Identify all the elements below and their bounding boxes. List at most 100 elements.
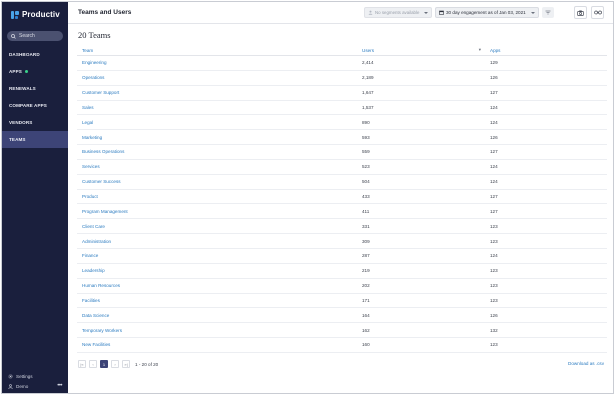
team-cell[interactable]: Customer Success bbox=[77, 179, 357, 184]
table-row[interactable]: Human Resources 202 123 bbox=[77, 279, 607, 294]
download-csv-link[interactable]: Download as .csv bbox=[568, 361, 604, 366]
sidebar-item-label: VENDORS bbox=[9, 120, 33, 125]
team-cell[interactable]: Facilities bbox=[77, 298, 357, 303]
table-row[interactable]: Product 433 127 bbox=[77, 190, 607, 205]
team-cell[interactable]: Marketing bbox=[77, 135, 357, 140]
users-cell: 164 bbox=[362, 312, 370, 318]
table-row[interactable]: Finance 287 124 bbox=[77, 249, 607, 264]
gear-icon bbox=[8, 374, 13, 378]
table-row[interactable]: Program Management 411 127 bbox=[77, 204, 607, 220]
table-row[interactable]: New Facilities 160 123 bbox=[77, 338, 607, 353]
table-row[interactable]: Legal 890 124 bbox=[77, 115, 607, 131]
sidebar-item-label: RENEWALS bbox=[9, 86, 36, 91]
pagination-range: 1 - 20 of 20 bbox=[135, 361, 159, 367]
team-cell[interactable]: Temporary Workers bbox=[77, 328, 357, 333]
column-header-team[interactable]: Team bbox=[77, 48, 357, 53]
users-cell: 1,537 bbox=[362, 104, 374, 110]
apps-cell: 124 bbox=[490, 164, 498, 170]
team-cell[interactable]: Engineering bbox=[77, 60, 357, 65]
apps-cell: 123 bbox=[490, 283, 498, 289]
sidebar-item-label: APPS bbox=[9, 69, 22, 74]
table-row[interactable]: Facilities 171 123 bbox=[77, 294, 607, 309]
logo-text: Productiv bbox=[22, 10, 60, 19]
user-icon bbox=[8, 383, 13, 389]
team-cell[interactable]: Operations bbox=[77, 75, 357, 80]
team-cell[interactable]: Services bbox=[77, 164, 357, 169]
settings-link[interactable]: Settings bbox=[2, 371, 68, 381]
team-cell[interactable]: Sales bbox=[77, 105, 357, 110]
more-icon[interactable]: ••• bbox=[57, 383, 62, 389]
sidebar-item-vendors[interactable]: VENDORS bbox=[2, 114, 68, 131]
team-cell[interactable]: Human Resources bbox=[77, 283, 357, 288]
team-cell[interactable]: Finance bbox=[77, 253, 357, 258]
prev-page-button[interactable]: ‹ bbox=[89, 360, 97, 368]
team-cell[interactable]: Product bbox=[77, 194, 357, 199]
date-range-dropdown[interactable]: 30 day engagement as of Jan 03, 2021 bbox=[435, 7, 539, 18]
search-icon bbox=[11, 33, 16, 39]
table-row[interactable]: Customer Support 1,647 127 bbox=[77, 86, 607, 101]
segments-dropdown[interactable]: No segments available bbox=[364, 7, 432, 18]
first-page-button[interactable]: |« bbox=[78, 360, 86, 368]
table-row[interactable]: Marketing 593 126 bbox=[77, 130, 607, 146]
team-cell[interactable]: Administration bbox=[77, 239, 357, 244]
date-range-value: 30 day engagement as of Jan 03, 2021 bbox=[446, 10, 526, 15]
table-body: Engineering 2,414 129 Operations 2,189 126 Cus… bbox=[77, 56, 607, 353]
column-header-apps[interactable]: Apps bbox=[485, 48, 607, 53]
page-1-button[interactable]: 1 bbox=[100, 360, 108, 368]
sidebar-item-label: TEAMS bbox=[9, 137, 26, 142]
sidebar-item-teams[interactable]: TEAMS bbox=[2, 131, 68, 148]
users-icon bbox=[368, 10, 373, 15]
apps-cell: 127 bbox=[490, 149, 498, 155]
table-row[interactable]: Client Care 331 123 bbox=[77, 219, 607, 235]
table-row[interactable]: Temporary Workers 162 132 bbox=[77, 323, 607, 339]
table-row[interactable]: Leadership 219 123 bbox=[77, 264, 607, 279]
table-row[interactable]: Data Science 164 126 bbox=[77, 308, 607, 324]
user-label: Demo bbox=[16, 383, 29, 389]
column-header-users-label: Users bbox=[362, 47, 374, 53]
sidebar-item-renewals[interactable]: RENEWALS bbox=[2, 80, 68, 97]
apps-cell: 124 bbox=[490, 104, 498, 110]
team-cell[interactable]: Data Science bbox=[77, 313, 357, 318]
apps-cell: 127 bbox=[490, 90, 498, 96]
logo[interactable]: Productiv bbox=[11, 10, 60, 19]
users-cell: 287 bbox=[362, 253, 370, 259]
last-page-button[interactable]: »| bbox=[122, 360, 130, 368]
logo-icon bbox=[11, 10, 19, 19]
apps-cell: 123 bbox=[490, 238, 498, 244]
table-row[interactable]: Sales 1,537 124 bbox=[77, 101, 607, 116]
users-cell: 504 bbox=[362, 179, 370, 185]
team-cell[interactable]: Business Operations bbox=[77, 149, 357, 154]
team-cell[interactable]: New Facilities bbox=[77, 342, 357, 347]
table-row[interactable]: Engineering 2,414 129 bbox=[77, 56, 607, 71]
anonymize-button[interactable] bbox=[591, 6, 604, 19]
app-window: Productiv Search DASHBOARD APPS RENEWALS… bbox=[1, 1, 614, 394]
search-input[interactable]: Search bbox=[7, 31, 63, 41]
team-cell[interactable]: Client Care bbox=[77, 224, 357, 229]
table-row[interactable]: Business Operations 559 127 bbox=[77, 145, 607, 160]
filter-icon bbox=[545, 10, 551, 15]
users-cell: 2,189 bbox=[362, 75, 374, 81]
sidebar-item-compare-apps[interactable]: COMPARE APPS bbox=[2, 97, 68, 114]
team-cell[interactable]: Program Management bbox=[77, 209, 357, 214]
team-cell[interactable]: Legal bbox=[77, 120, 357, 125]
filter-button[interactable] bbox=[542, 7, 554, 18]
team-cell[interactable]: Customer Support bbox=[77, 90, 357, 95]
team-cell[interactable]: Leadership bbox=[77, 268, 357, 273]
sidebar-nav: DASHBOARD APPS RENEWALS COMPARE APPS VEN… bbox=[2, 46, 68, 148]
table-row[interactable]: Customer Success 504 124 bbox=[77, 175, 607, 190]
sidebar-item-label: COMPARE APPS bbox=[9, 103, 47, 108]
teams-table: Team Users ▾ Apps Engineering 2,414 129 Ope… bbox=[77, 45, 607, 353]
settings-label: Settings bbox=[16, 373, 33, 379]
table-row[interactable]: Administration 309 123 bbox=[77, 234, 607, 249]
page-title: Teams and Users bbox=[78, 9, 132, 16]
table-row[interactable]: Services 523 124 bbox=[77, 160, 607, 175]
user-menu[interactable]: Demo ••• bbox=[2, 381, 68, 391]
screenshot-button[interactable] bbox=[574, 6, 587, 19]
table-row[interactable]: Operations 2,189 126 bbox=[77, 71, 607, 86]
next-page-button[interactable]: › bbox=[111, 360, 119, 368]
sidebar-item-dashboard[interactable]: DASHBOARD bbox=[2, 46, 68, 63]
chevron-down-icon bbox=[531, 11, 535, 14]
column-header-users[interactable]: Users ▾ bbox=[357, 47, 485, 53]
sidebar-item-label: DASHBOARD bbox=[9, 52, 40, 57]
sidebar-item-apps[interactable]: APPS bbox=[2, 63, 68, 80]
